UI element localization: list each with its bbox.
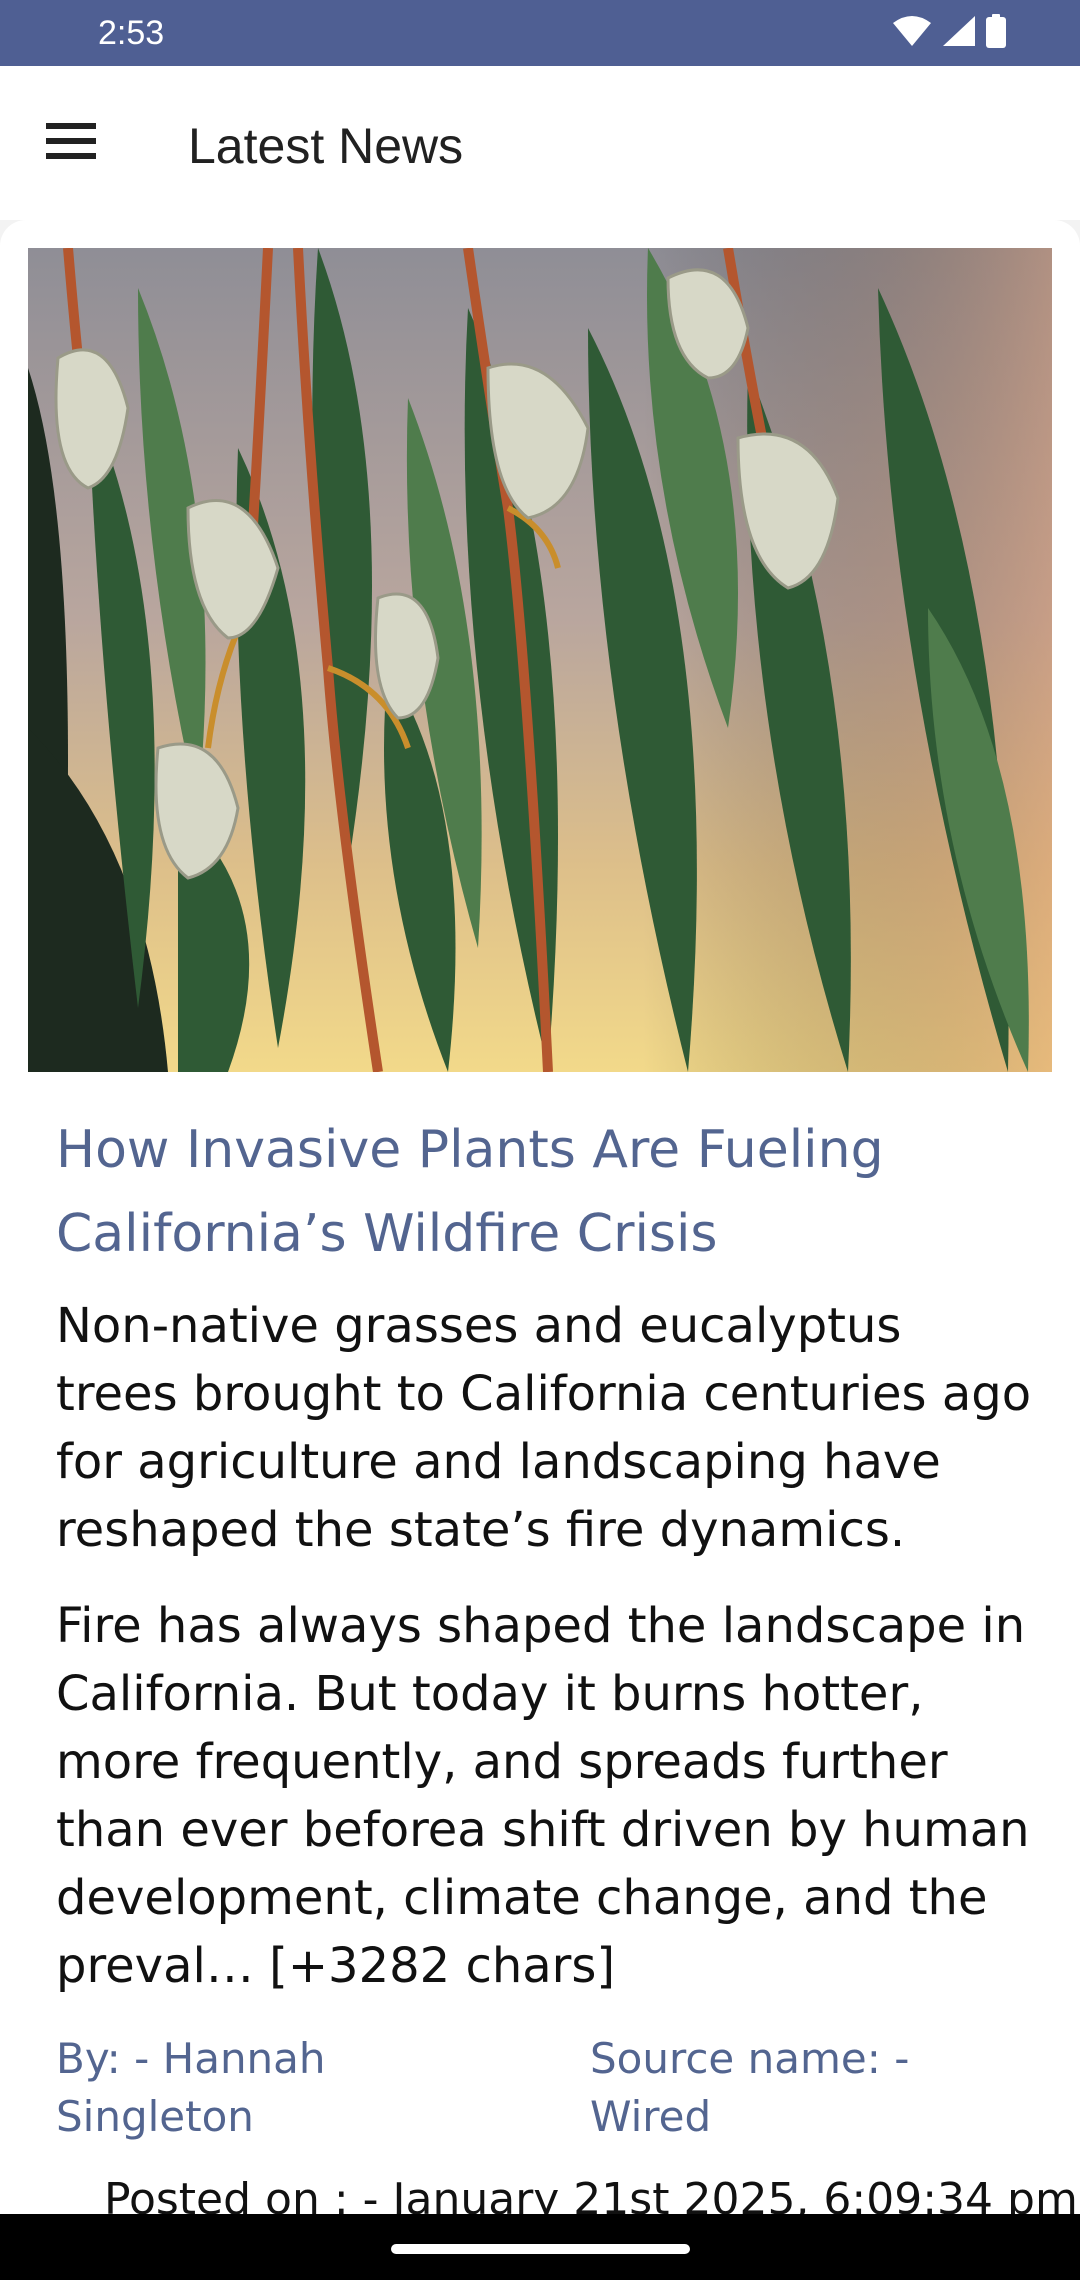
status-bar: 2:53 — [0, 0, 1080, 66]
status-time: 2:53 — [98, 14, 165, 52]
hamburger-menu-icon — [46, 123, 96, 163]
status-icons — [892, 14, 1006, 52]
news-article-card[interactable]: How Invasive Plants Are Fueling Californ… — [0, 220, 1080, 2214]
wifi-icon — [892, 15, 932, 51]
article-description: Non-native grasses and eucalyptus trees … — [56, 1298, 1032, 1558]
cellular-signal-icon — [942, 15, 976, 51]
article-author: By: - Hannah Singleton — [56, 2034, 326, 2141]
news-feed[interactable]: How Invasive Plants Are Fueling Californ… — [0, 220, 1080, 2214]
article-content: Fire has always shaped the landscape in … — [56, 1598, 1030, 1994]
home-gesture-handle[interactable] — [391, 2244, 690, 2254]
article-source: Source name: - Wired — [590, 2034, 910, 2141]
article-title[interactable]: How Invasive Plants Are Fueling Californ… — [56, 1108, 1026, 1276]
article-image[interactable] — [28, 248, 1052, 1072]
battery-icon — [986, 14, 1006, 52]
navigation-drawer-button[interactable] — [38, 110, 104, 176]
app-bar: Latest News — [0, 66, 1080, 220]
page-title: Latest News — [188, 118, 464, 174]
article-posted-date: Posted on : - January 21st 2025, 6:09:34… — [104, 2174, 1078, 2214]
